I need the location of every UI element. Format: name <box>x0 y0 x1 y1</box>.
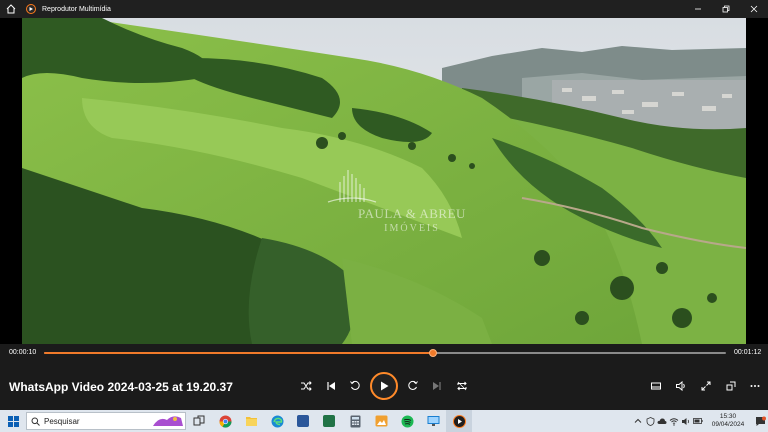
shuffle-icon <box>301 381 312 391</box>
minimize-button[interactable] <box>684 0 712 18</box>
previous-button[interactable] <box>321 376 341 396</box>
cloud-icon <box>657 418 667 424</box>
app-logo-icon <box>26 4 36 14</box>
volume-icon <box>676 380 685 392</box>
calculator-icon <box>350 415 360 427</box>
media-player-app[interactable] <box>446 410 472 432</box>
excel-icon <box>323 415 335 427</box>
compact-overlay-button[interactable] <box>721 376 741 396</box>
rewind-icon <box>350 380 360 390</box>
miniplayer-icon <box>651 382 661 390</box>
total-time: 00:01:12 <box>734 349 762 356</box>
spotify-app[interactable] <box>394 410 420 432</box>
chrome-icon <box>219 415 231 428</box>
seek-bar-progress <box>44 352 433 354</box>
edge-app[interactable] <box>264 410 290 432</box>
miniplayer-button[interactable] <box>646 376 666 396</box>
search-placeholder: Pesquisar <box>44 416 80 426</box>
cloud-tray[interactable] <box>656 410 668 432</box>
previous-icon <box>327 382 335 390</box>
word-app[interactable] <box>290 410 316 432</box>
taskbar-clock[interactable]: 15:30 09/04/2024 <box>704 413 752 429</box>
seek-bar[interactable] <box>44 349 726 357</box>
fullscreen-button[interactable] <box>696 376 716 396</box>
letterbox-left <box>0 18 22 344</box>
shuffle-button[interactable] <box>296 376 316 396</box>
excel-app[interactable] <box>316 410 342 432</box>
clock-date: 09/04/2024 <box>711 421 745 428</box>
clock-time: 15:30 <box>719 413 737 420</box>
security-tray[interactable] <box>644 410 656 432</box>
folder-icon <box>245 417 257 426</box>
home-button[interactable] <box>0 0 22 18</box>
more-icon <box>750 385 760 387</box>
taskbar: Pesquisar 15:30 09/04/2024 <box>0 410 768 432</box>
show-hidden-icons-button[interactable] <box>632 410 644 432</box>
restore-button[interactable] <box>712 0 740 18</box>
close-button[interactable] <box>740 0 768 18</box>
fullscreen-icon <box>701 381 711 391</box>
current-time: 00:00:10 <box>9 349 37 356</box>
media-title: WhatsApp Video 2024-03-25 at 19.20.37 <box>9 380 233 394</box>
pip-icon <box>726 381 736 391</box>
remote-desktop-icon <box>427 416 439 426</box>
rewind-10-button[interactable] <box>345 376 365 396</box>
system-tray: 15:30 09/04/2024 <box>632 410 768 432</box>
start-button[interactable] <box>0 410 26 432</box>
repeat-off-icon <box>457 381 467 391</box>
play-button[interactable] <box>370 372 398 400</box>
home-icon <box>6 4 16 14</box>
search-icon <box>31 417 40 426</box>
minimize-icon <box>695 8 701 10</box>
more-options-button[interactable] <box>745 376 765 396</box>
task-view-icon <box>193 415 205 426</box>
wifi-icon <box>669 417 679 426</box>
spotify-icon <box>401 415 413 427</box>
next-button[interactable] <box>427 376 447 396</box>
speaker-icon <box>682 417 689 425</box>
volume-button[interactable] <box>671 376 691 396</box>
file-explorer-app[interactable] <box>238 410 264 432</box>
watermark: PAULA & ABREU IMÓVEIS <box>322 168 502 234</box>
title-bar: Reprodutor Multimídia <box>0 0 768 18</box>
remote-desktop-app[interactable] <box>420 410 446 432</box>
restore-icon <box>722 5 730 13</box>
media-player-icon <box>452 414 466 428</box>
shield-icon <box>646 416 654 426</box>
notification-icon <box>755 416 766 426</box>
battery-tray[interactable] <box>692 410 704 432</box>
letterbox-right <box>746 18 768 344</box>
close-icon <box>750 5 758 13</box>
watermark-logo-icon <box>327 170 377 203</box>
chrome-app[interactable] <box>212 410 238 432</box>
windows-icon <box>7 415 19 427</box>
watermark-name: PAULA & ABREU <box>358 206 466 221</box>
playback-controls: 00:00:10 00:01:12 WhatsApp Video 2024-03… <box>0 344 768 410</box>
chevron-up-icon <box>634 418 642 423</box>
fast-forward-icon <box>408 380 418 390</box>
search-highlight-icon <box>153 416 183 426</box>
edge-icon <box>271 415 283 427</box>
battery-icon <box>693 418 703 424</box>
video-frame[interactable]: PAULA & ABREU IMÓVEIS <box>22 18 746 344</box>
watermark-subtitle: IMÓVEIS <box>384 223 440 234</box>
task-view-button[interactable] <box>186 410 212 432</box>
calculator-app[interactable] <box>342 410 368 432</box>
next-icon <box>433 382 441 390</box>
media-player-window: Reprodutor Multimídia PAULA & ABREU IMÓV… <box>0 0 768 432</box>
word-icon <box>297 415 309 427</box>
photos-icon <box>375 415 387 427</box>
photos-app[interactable] <box>368 410 394 432</box>
network-tray[interactable] <box>668 410 680 432</box>
forward-30-button[interactable] <box>403 376 423 396</box>
window-title: Reprodutor Multimídia <box>42 5 111 13</box>
seek-bar-thumb[interactable] <box>428 349 437 357</box>
volume-tray[interactable] <box>680 410 692 432</box>
notifications-button[interactable] <box>752 410 768 432</box>
repeat-button[interactable] <box>452 376 472 396</box>
taskbar-search[interactable]: Pesquisar <box>26 412 186 430</box>
play-icon <box>381 381 389 391</box>
